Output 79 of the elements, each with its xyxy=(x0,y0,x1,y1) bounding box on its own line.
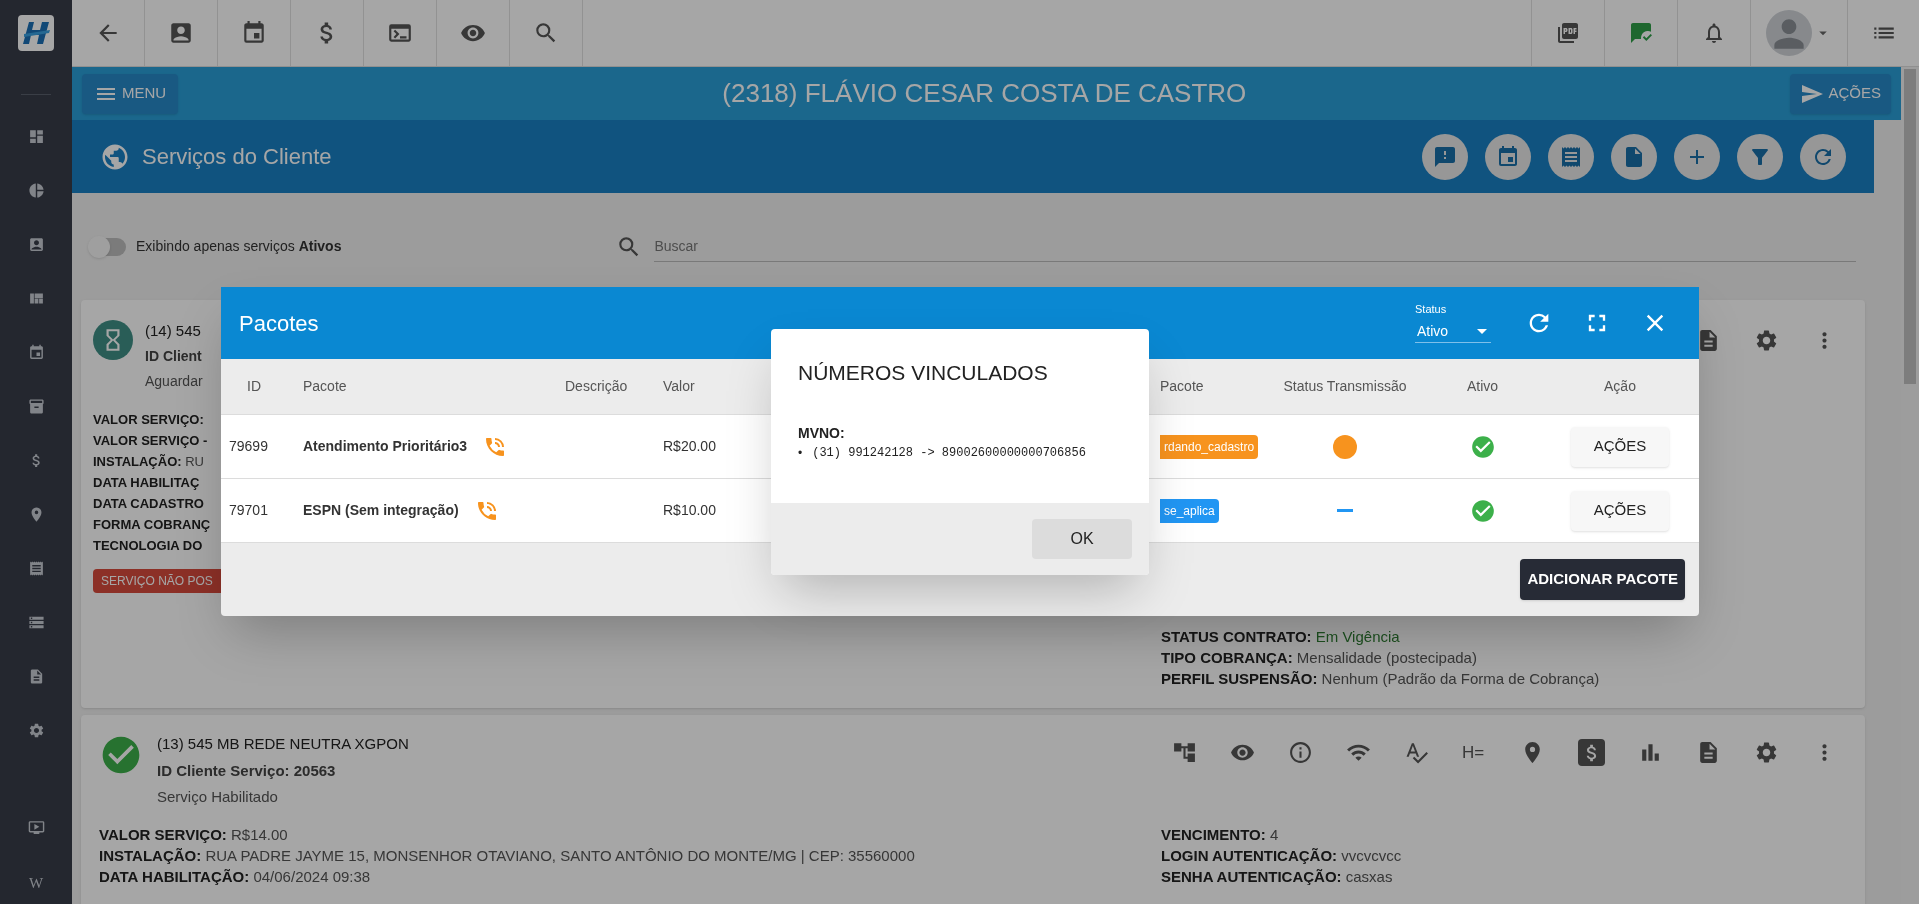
detail-text: DATA HABILITAÇ xyxy=(93,473,200,492)
package-name: ESPN (Sem integração) xyxy=(303,501,459,520)
detail-text: INSTALAÇÃO: RU xyxy=(93,452,204,471)
spellcheck-icon[interactable] xyxy=(1404,740,1429,765)
ok-button[interactable]: OK xyxy=(1032,519,1132,559)
detail-text: PERFIL SUSPENSÃO: Nenhum (Padrão da Forma de Cobrança) xyxy=(1161,668,1600,689)
client-title: (2318) FLÁVIO CESAR COSTA DE CASTRO xyxy=(721,77,1248,110)
id-cell-text: 79699 xyxy=(228,437,269,456)
detail-text: TIPO COBRANÇA: Mensalidade (postecipada) xyxy=(1161,647,1477,668)
refresh-icon[interactable] xyxy=(1800,133,1846,180)
settings-icon[interactable] xyxy=(1754,328,1779,353)
feedback-icon[interactable] xyxy=(1422,133,1468,180)
calendar-icon[interactable] xyxy=(1485,133,1531,180)
add-package-button[interactable]: ADICIONAR PACOTE xyxy=(1520,559,1685,600)
hourglass-icon xyxy=(93,320,133,360)
avatar[interactable] xyxy=(1766,10,1812,56)
service-status: Aguardar xyxy=(145,371,203,391)
column-header: Valor xyxy=(662,377,696,396)
logo-icon[interactable] xyxy=(18,15,54,51)
detail-text: DATA CADASTRO xyxy=(93,494,204,513)
detail-text: SENHA AUTENTICAÇÃO: casxas xyxy=(1161,866,1393,887)
hierarchy-icon[interactable] xyxy=(1172,740,1197,765)
toggle-switch[interactable] xyxy=(90,237,126,256)
id-cell-text: 79701 xyxy=(228,501,269,520)
section-title: Serviços do Cliente xyxy=(142,143,332,171)
detail-text: VALOR SERVIÇO - xyxy=(93,431,208,450)
plus-icon[interactable] xyxy=(1674,133,1720,180)
actions-button[interactable]: AÇÕES xyxy=(1571,490,1669,531)
dialog-title: NÚMEROS VINCULADOS xyxy=(798,360,1049,386)
detail-text: VALOR SERVIÇO: xyxy=(93,410,204,429)
status-badge: se_aplica xyxy=(1160,498,1219,523)
group-label: MVNO: xyxy=(798,423,846,443)
detail-text: FORMA COBRANÇ xyxy=(93,515,211,534)
package-name: Atendimento Prioritário3 xyxy=(303,437,468,456)
service-title: (14) 545 xyxy=(145,321,201,341)
dollar-icon[interactable] xyxy=(1578,739,1605,766)
column-header: Ativo xyxy=(1465,377,1500,396)
detail-text: DATA HABILITAÇÃO: 04/06/2024 09:38 xyxy=(99,866,371,887)
tool-glyph[interactable]: H= xyxy=(1462,739,1487,766)
chat-check-icon[interactable] xyxy=(1629,21,1653,45)
status-badge: rdando_cadastro xyxy=(1160,434,1259,459)
column-header: ID xyxy=(246,377,262,396)
actions-button[interactable]: AÇÕES xyxy=(1571,426,1669,467)
caret-icon xyxy=(1477,328,1487,334)
menu-button[interactable]: MENU xyxy=(82,73,179,114)
toggle-label: Exibindo apenas serviços Ativos xyxy=(136,237,342,256)
bullet: • xyxy=(798,444,803,462)
filter-icon[interactable] xyxy=(1737,133,1783,180)
calendar-icon[interactable] xyxy=(241,20,267,46)
pdf-icon[interactable] xyxy=(1556,21,1580,45)
search-field[interactable]: Buscar xyxy=(654,231,1856,262)
contact-card-icon[interactable] xyxy=(168,20,194,46)
column-header: Status Transmissão xyxy=(1282,377,1408,396)
status-select[interactable]: Status Ativo xyxy=(1415,301,1491,343)
detail-text: INSTALAÇÃO: RUA PADRE JAYME 15, MONSENHOR OTAVIANO, SANTO ANTÔNIO DO MONTE/MG | CEP: 35560000 xyxy=(99,845,915,866)
linked-number: (31) 991242128 -> 89002600000000706856 xyxy=(812,444,1086,461)
info-icon[interactable] xyxy=(1288,740,1313,765)
value-cell-text: R$10.00 xyxy=(662,501,717,520)
value-cell-text: R$20.00 xyxy=(662,437,717,456)
video-icon[interactable] xyxy=(27,818,45,836)
sidebar-glyph[interactable]: W xyxy=(28,871,44,894)
receipt-icon[interactable] xyxy=(1548,133,1594,180)
column-header: Ação xyxy=(1603,377,1637,396)
file-icon[interactable] xyxy=(1611,133,1657,180)
actions-button[interactable]: AÇÕES xyxy=(1790,73,1891,114)
service-title: (13) 545 MB REDE NEUTRA XGPON xyxy=(157,734,409,754)
detail-text: STATUS CONTRATO: Em Vigência xyxy=(1161,626,1400,647)
settings-icon[interactable] xyxy=(1754,740,1779,765)
detail-text: VALOR SERVIÇO: R$14.00 xyxy=(99,824,288,845)
column-header: Pacote xyxy=(302,377,348,396)
detail-text: LOGIN AUTENTICAÇÃO: vvcvcvcc xyxy=(1161,845,1402,866)
modal-title: Pacotes xyxy=(239,309,319,338)
column-header: Descrição xyxy=(564,377,629,396)
detail-text: VENCIMENTO: 4 xyxy=(1161,824,1279,845)
client-id-text: ID Client xyxy=(145,346,202,366)
detail-text: TECNOLOGIA DO xyxy=(93,536,203,555)
column-header: Pacote xyxy=(1160,377,1205,396)
client-id-text: ID Cliente Serviço: 20563 xyxy=(157,760,337,781)
service-status: Serviço Habilitado xyxy=(157,787,279,807)
